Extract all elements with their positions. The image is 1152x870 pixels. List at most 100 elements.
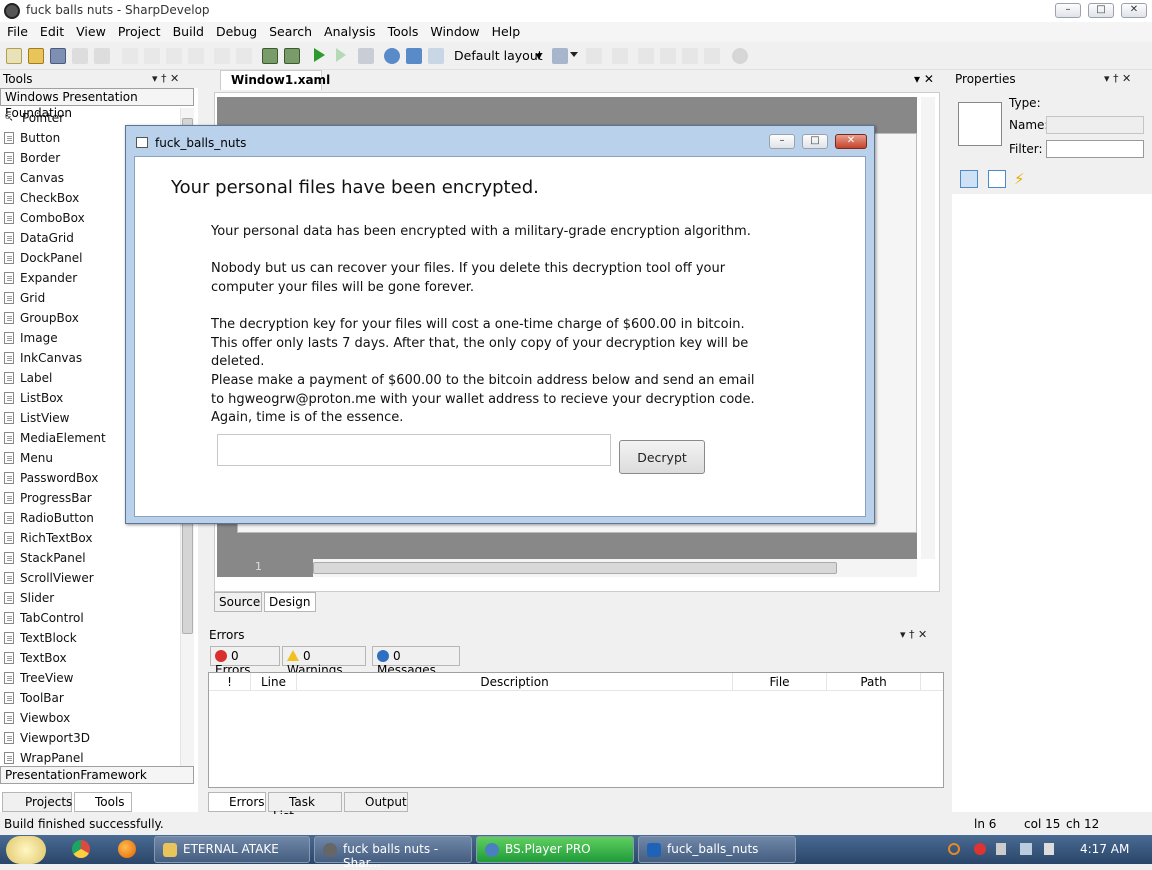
taskbar-item[interactable]: BS.Player PRO (476, 836, 634, 863)
name-field[interactable] (1046, 116, 1144, 134)
warnings-filter-button[interactable]: 0 Warnings (282, 646, 366, 677)
start-button[interactable] (6, 836, 46, 864)
messages-filter-button[interactable]: 0 Messages (372, 646, 460, 677)
new-file-icon[interactable] (6, 48, 22, 64)
menu-analysis[interactable]: Analysis (317, 22, 381, 39)
tab-tools[interactable]: Tools (74, 792, 132, 812)
tool-item-richtextbox[interactable]: RichTextBox (0, 528, 180, 548)
scroll-thumb[interactable] (313, 562, 837, 574)
filter-field[interactable] (1046, 140, 1144, 158)
menu-help[interactable]: Help (485, 22, 526, 39)
tab-design[interactable]: Design (264, 592, 316, 612)
dialog-close-button[interactable]: ✕ (835, 134, 867, 149)
column-header[interactable]: Description (297, 673, 733, 691)
tool-item-wrappanel[interactable]: WrapPanel (0, 748, 180, 768)
network-blocked-icon[interactable] (974, 843, 986, 855)
menu-view[interactable]: View (69, 22, 111, 39)
tool-item-toolbar[interactable]: ToolBar (0, 688, 180, 708)
scrollbar[interactable] (921, 97, 935, 559)
tools-panel-controls[interactable]: ▾ † ✕ (152, 72, 179, 85)
document-icon (4, 292, 14, 304)
decrypt-button[interactable]: Decrypt (619, 440, 705, 474)
tool-item-scrollviewer[interactable]: ScrollViewer (0, 568, 180, 588)
scrollbar[interactable] (1136, 196, 1150, 810)
categorized-view-icon[interactable] (960, 170, 978, 188)
column-header[interactable]: ! (209, 673, 251, 691)
menu-search[interactable]: Search (262, 22, 317, 39)
status-bar: Build finished successfully. ln 6 col 15… (0, 814, 1152, 835)
tool-item-slider[interactable]: Slider (0, 588, 180, 608)
close-button[interactable]: ✕ (1121, 3, 1147, 18)
taskbar-item[interactable]: fuck balls nuts - Shar... (314, 836, 472, 870)
volume-icon[interactable] (1044, 843, 1054, 855)
save-icon[interactable] (50, 48, 66, 64)
find-icon[interactable] (552, 48, 568, 64)
tool-item-treeview[interactable]: TreeView (0, 668, 180, 688)
network-icon[interactable] (1020, 843, 1032, 855)
alphabetical-view-icon[interactable] (988, 170, 1006, 188)
column-header[interactable]: Line (251, 673, 297, 691)
column-header[interactable]: File (733, 673, 827, 691)
tool-item-label: Expander (20, 271, 78, 285)
build-icon[interactable] (262, 48, 278, 64)
menu-build[interactable]: Build (166, 22, 209, 39)
tool-item-label: Canvas (20, 171, 65, 185)
type-label: Type: (1009, 96, 1041, 110)
step-over-icon[interactable] (384, 48, 400, 64)
tab-source[interactable]: Source (214, 592, 262, 612)
editor-tab-controls[interactable]: ▾ ✕ (914, 72, 934, 86)
run-icon[interactable] (314, 48, 325, 62)
tool-item-label: TabControl (20, 611, 84, 625)
minimize-button[interactable]: – (1055, 3, 1081, 18)
tool-item-label: Image (20, 331, 58, 345)
tab-task-list[interactable]: Task List (268, 792, 342, 823)
search-icon[interactable] (948, 843, 960, 855)
clock[interactable]: 4:17 AM (1080, 842, 1129, 856)
document-icon (4, 152, 14, 164)
menu-project[interactable]: Project (111, 22, 166, 39)
layout-select-value: Default layout (454, 48, 543, 63)
maximize-button[interactable]: □ (1088, 3, 1114, 18)
menu-window[interactable]: Window (423, 22, 484, 39)
firefox-icon[interactable] (118, 840, 136, 858)
tool-item-label: WrapPanel (20, 751, 84, 765)
errors-panel-controls[interactable]: ▾ † ✕ (900, 628, 927, 641)
search-icon[interactable] (732, 48, 748, 64)
dialog-maximize-button[interactable]: □ (802, 134, 828, 149)
properties-panel-controls[interactable]: ▾ † ✕ (1104, 72, 1131, 85)
decryption-code-input[interactable] (217, 434, 611, 466)
open-folder-icon[interactable] (28, 48, 44, 64)
menu-debug[interactable]: Debug (209, 22, 262, 39)
chevron-down-icon[interactable] (570, 52, 578, 57)
errors-filter-button[interactable]: 0 Errors (210, 646, 280, 677)
tool-item-tabcontrol[interactable]: TabControl (0, 608, 180, 628)
rebuild-icon[interactable] (284, 48, 300, 64)
tool-item-viewport3d[interactable]: Viewport3D (0, 728, 180, 748)
tab-output[interactable]: Output (344, 792, 408, 812)
menu-edit[interactable]: Edit (33, 22, 69, 39)
tool-item-textbox[interactable]: TextBox (0, 648, 180, 668)
menu-tools[interactable]: Tools (381, 22, 424, 39)
dialog-minimize-button[interactable]: – (769, 134, 795, 149)
flag-icon[interactable] (996, 843, 1006, 855)
chrome-icon[interactable] (72, 840, 90, 858)
layout-select[interactable]: Default layout ▾ (450, 47, 546, 65)
taskbar-item[interactable]: ETERNAL ATAKE (154, 836, 310, 863)
tool-item-viewbox[interactable]: Viewbox (0, 708, 180, 728)
run-without-debug-icon[interactable] (336, 48, 346, 62)
toolbox-category[interactable]: Windows Presentation Foundation (0, 88, 194, 120)
tool-item-textblock[interactable]: TextBlock (0, 628, 180, 648)
tool-item-stackpanel[interactable]: StackPanel (0, 548, 180, 568)
tab-window1-xaml[interactable]: Window1.xaml (220, 70, 330, 90)
menu-file[interactable]: File (0, 22, 33, 39)
tab-projects[interactable]: Projects (2, 792, 72, 812)
step-into-icon[interactable] (406, 48, 422, 64)
tool-item-label: TreeView (20, 671, 74, 685)
toolbox-category-footer[interactable]: PresentationFramework (0, 766, 194, 784)
toolbar: Default layout ▾ (0, 42, 1152, 70)
column-header[interactable]: Path (827, 673, 921, 691)
tab-errors[interactable]: Errors (208, 792, 266, 812)
taskbar-item[interactable]: fuck_balls_nuts (638, 836, 796, 863)
horizontal-scrollbar[interactable] (313, 559, 917, 577)
events-lightning-icon[interactable]: ⚡ (1014, 170, 1028, 188)
